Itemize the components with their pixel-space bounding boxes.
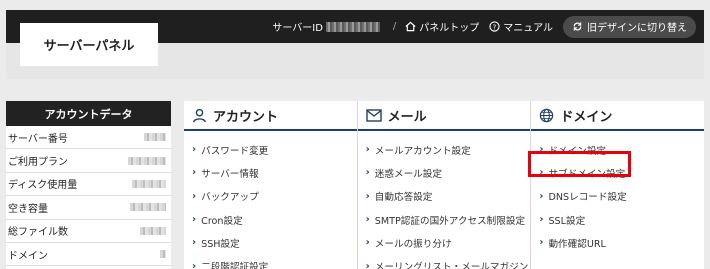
chevron-right-icon: ›	[192, 167, 197, 179]
link-label: 二段階認証設定	[201, 262, 269, 269]
mail-title: メール	[387, 109, 427, 125]
sidebar-row-domain: ドメイン	[6, 243, 171, 267]
domain-column: ドメイン › ドメイン設定 › サブドメイン設定 › DNSレコード設定 › SSL設定…	[530, 101, 705, 269]
link-label: メーリングリスト・メールマガジン	[374, 262, 529, 269]
chevron-right-icon: ›	[365, 144, 370, 156]
link-label: SSH設定	[201, 238, 240, 250]
server-id-label: サーバーID	[272, 23, 323, 34]
link-ssl[interactable]: › SSL設定	[531, 208, 704, 231]
domain-links: › ドメイン設定 › サブドメイン設定 › DNSレコード設定 › SSL設定 › 動作確…	[531, 131, 704, 254]
link-smtp-restriction[interactable]: › SMTP認証の国外アクセス制限設定	[358, 208, 531, 231]
logo-text: サーバーパネル	[43, 39, 135, 54]
link-label: 動作確認URL	[548, 238, 606, 250]
chevron-right-icon: ›	[365, 190, 370, 202]
chevron-right-icon: ›	[192, 260, 197, 269]
user-icon	[193, 108, 206, 122]
old-design-button[interactable]: 旧デザインに切り替え	[563, 15, 696, 38]
sidebar-title: アカウントデータ	[6, 101, 171, 126]
globe-icon	[540, 108, 554, 122]
link-label: メールの振り分け	[374, 238, 452, 250]
mail-icon	[365, 108, 382, 122]
link-label: パスワード変更	[201, 145, 269, 157]
switch-icon	[573, 22, 582, 31]
chevron-right-icon: ›	[539, 237, 544, 249]
domain-title: ドメイン	[560, 109, 613, 125]
account-column: アカウント › パスワード変更 › サーバー情報 › バックアップ › Cron設定 ›…	[184, 101, 357, 269]
link-label: バックアップ	[201, 192, 259, 204]
link-spam[interactable]: › 迷惑メール設定	[358, 161, 531, 184]
link-label: SSL設定	[548, 215, 586, 227]
link-label: サーバー情報	[201, 168, 259, 180]
manual-label: マニュアル	[503, 23, 553, 34]
chevron-right-icon: ›	[539, 214, 544, 226]
link-label: メールアカウント設定	[374, 145, 471, 157]
masked-value	[130, 203, 166, 212]
highlight-box	[528, 151, 631, 177]
server-id-value-masked	[325, 21, 380, 32]
link-mail-account[interactable]: › メールアカウント設定	[358, 138, 531, 161]
account-heading: アカウント	[184, 101, 357, 131]
chevron-right-icon: ›	[365, 214, 370, 226]
sidebar-row-label: ディスク使用量	[8, 180, 78, 192]
sidebar-row-label: 空き容量	[8, 203, 48, 215]
masked-value	[144, 133, 166, 142]
link-label: 迷惑メール設定	[374, 168, 442, 180]
link-label: SMTP認証の国外アクセス制限設定	[374, 215, 526, 227]
link-server-info[interactable]: › サーバー情報	[184, 161, 357, 184]
account-data-sidebar: アカウントデータ サーバー番号 ご利用プラン ディスク使用量 空き容量 総ファイ…	[6, 101, 171, 269]
link-mail-filter[interactable]: › メールの振り分け	[358, 231, 531, 254]
link-label: 自動応答設定	[374, 192, 433, 204]
sidebar-row-label: ドメイン	[8, 250, 48, 262]
sidebar-row-file-count: 総ファイル数	[6, 220, 171, 243]
link-test-url[interactable]: › 動作確認URL	[531, 231, 704, 254]
chevron-right-icon: ›	[192, 190, 197, 202]
link-cron[interactable]: › Cron設定	[184, 208, 357, 231]
old-design-label: 旧デザインに切り替え	[587, 23, 687, 34]
panel-top-label: パネルトップ	[419, 23, 480, 34]
manual-link[interactable]: ? マニュアル	[489, 19, 553, 34]
domain-heading: ドメイン	[531, 101, 705, 131]
chevron-right-icon: ›	[539, 190, 544, 202]
mail-links: › メールアカウント設定 › 迷惑メール設定 › 自動応答設定 › SMTP認証の国外ア…	[358, 131, 531, 269]
sidebar-row-disk-usage: ディスク使用量	[6, 173, 171, 197]
sidebar-row-label: 総ファイル数	[8, 227, 68, 239]
panel-logo[interactable]: サーバーパネル	[20, 23, 158, 66]
sidebar-row-label: ご利用プラン	[8, 157, 68, 169]
separator: /	[392, 21, 397, 32]
svg-text:?: ?	[493, 23, 497, 31]
link-label: Cron設定	[201, 215, 243, 227]
chevron-right-icon: ›	[192, 144, 197, 156]
masked-value	[132, 179, 166, 188]
help-icon: ?	[489, 21, 500, 32]
sidebar-row-plan: ご利用プラン	[6, 149, 171, 173]
main-panel: アカウント › パスワード変更 › サーバー情報 › バックアップ › Cron設定 ›…	[184, 101, 705, 269]
server-id: サーバーID	[272, 19, 380, 34]
link-dns-record[interactable]: › DNSレコード設定	[531, 185, 704, 208]
chevron-right-icon: ›	[192, 237, 197, 249]
panel-top-link[interactable]: パネルトップ	[405, 19, 479, 34]
link-mailing-list[interactable]: › メーリングリスト・メールマガジン	[358, 254, 531, 269]
mail-column: メール › メールアカウント設定 › 迷惑メール設定 › 自動応答設定 › SMTP認証…	[356, 101, 531, 269]
home-icon	[405, 21, 416, 32]
masked-value	[128, 156, 166, 165]
sidebar-row-server-number: サーバー番号	[6, 126, 171, 150]
chevron-right-icon: ›	[365, 237, 370, 249]
top-nav: サーバーID / パネルトップ ? マニュアル 旧デザインに切り替え	[272, 10, 696, 43]
link-backup[interactable]: › バックアップ	[184, 185, 357, 208]
sidebar-row-free-space: 空き容量	[6, 196, 171, 220]
chevron-right-icon: ›	[192, 214, 197, 226]
link-password-change[interactable]: › パスワード変更	[184, 138, 357, 161]
account-title: アカウント	[213, 109, 279, 125]
chevron-right-icon: ›	[365, 260, 370, 269]
account-links: › パスワード変更 › サーバー情報 › バックアップ › Cron設定 › SSH設定 …	[184, 131, 357, 269]
chevron-right-icon: ›	[365, 167, 370, 179]
sidebar-row-label: サーバー番号	[8, 133, 68, 145]
link-label: DNSレコード設定	[548, 192, 627, 204]
masked-value	[140, 226, 166, 235]
link-ssh[interactable]: › SSH設定	[184, 231, 357, 254]
masked-value	[160, 250, 166, 259]
link-two-factor[interactable]: › 二段階認証設定	[184, 254, 357, 269]
mail-heading: メール	[357, 101, 531, 131]
link-auto-reply[interactable]: › 自動応答設定	[358, 185, 531, 208]
